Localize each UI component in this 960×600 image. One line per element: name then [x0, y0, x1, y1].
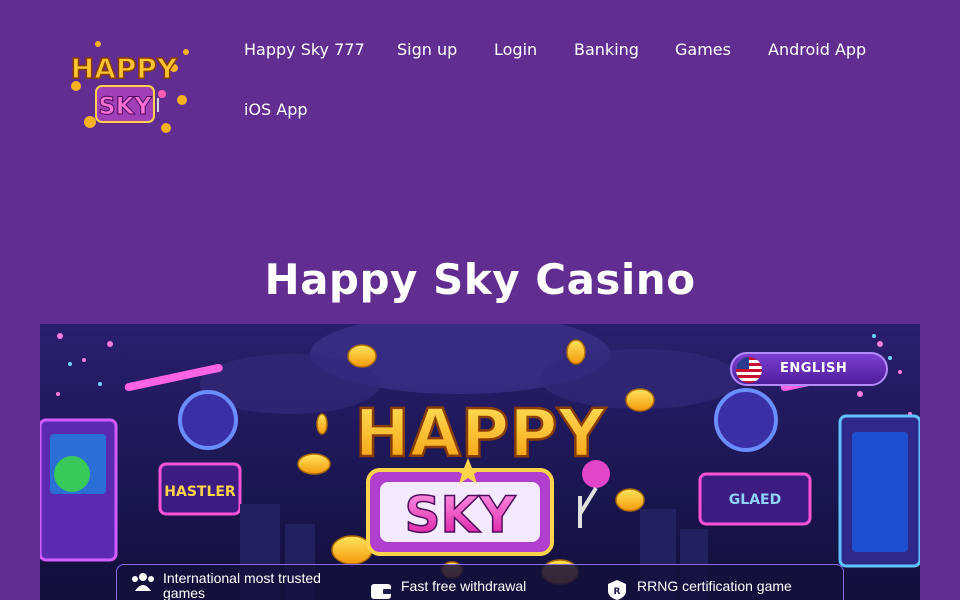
happy-sky-logo-image: HAPPY SKY	[70, 41, 189, 133]
page-title: Happy Sky Casino	[264, 255, 696, 304]
wallet-icon	[369, 579, 393, 600]
nav-link-games[interactable]: Games	[675, 40, 731, 60]
us-flag-icon	[736, 357, 762, 383]
feature-strip: International most trusted games Fast fr…	[116, 564, 844, 600]
svg-text:HAPPY: HAPPY	[355, 395, 607, 472]
nav-link-sign-up[interactable]: Sign up	[397, 40, 457, 60]
svg-text:GLAED: GLAED	[729, 492, 781, 508]
nav-link-android-app[interactable]: Android App	[768, 40, 866, 60]
nav-link-ios-app[interactable]: iOS App	[244, 100, 308, 120]
feature-label: Fast free withdrawal	[401, 578, 527, 594]
svg-text:SKY: SKY	[405, 486, 517, 544]
nav-link-login[interactable]: Login	[494, 40, 537, 60]
feature-label: International most trusted games	[163, 570, 321, 600]
svg-text:HASTLER: HASTLER	[164, 484, 236, 500]
feature-trusted-games: International most trusted games	[131, 571, 333, 600]
svg-text:R: R	[614, 587, 621, 597]
site-logo[interactable]: HAPPY SKY	[62, 38, 206, 138]
nav-link-happy-sky-777[interactable]: Happy Sky 777	[244, 40, 365, 60]
hero-banner: HASTLER GLAED HAPPY SKY ENGLISH Internat…	[40, 324, 920, 600]
feature-label: RRNG certification game	[637, 578, 792, 594]
language-label: ENGLISH	[780, 361, 848, 376]
nav-link-banking[interactable]: Banking	[574, 40, 639, 60]
certificate-icon: R	[605, 579, 629, 600]
feature-fast-withdrawal: Fast free withdrawal	[369, 579, 526, 600]
users-icon	[131, 571, 155, 593]
feature-rrng-certification: R RRNG certification game	[605, 579, 792, 600]
svg-text:HAPPY: HAPPY	[71, 52, 178, 85]
svg-text:SKY: SKY	[98, 92, 152, 120]
language-selector-button[interactable]: ENGLISH	[730, 352, 888, 386]
